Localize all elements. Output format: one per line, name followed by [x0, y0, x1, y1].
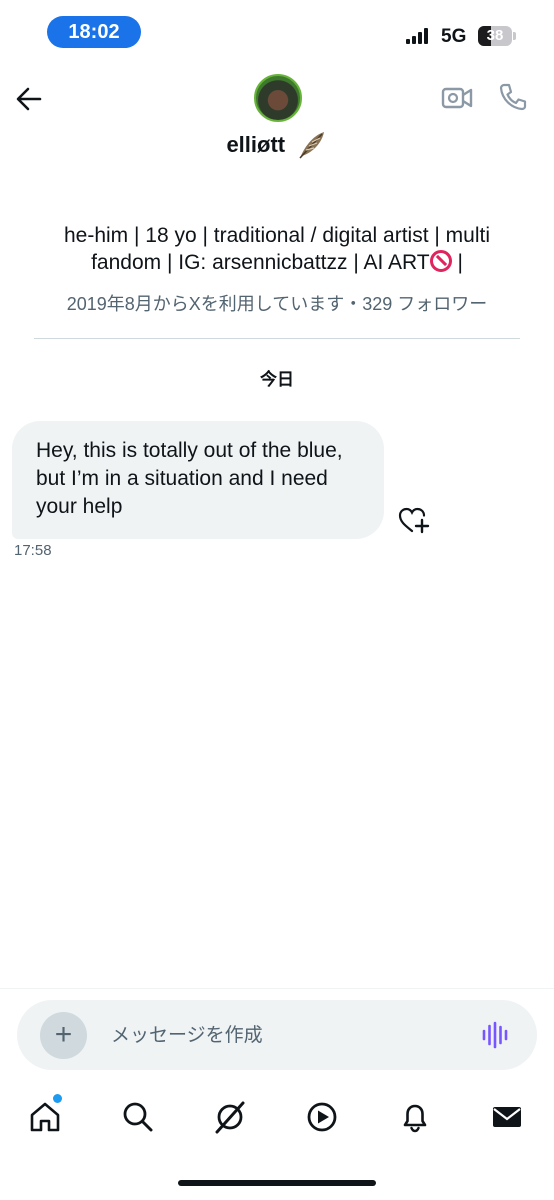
- video-icon[interactable]: [305, 1100, 339, 1134]
- date-separator: 今日: [260, 370, 294, 389]
- joined-followers: 2019年8月からXを利用しています・329 フォロワー: [66, 294, 488, 314]
- add-reaction-icon[interactable]: [398, 506, 430, 536]
- battery-level: 38: [486, 27, 504, 44]
- message-timestamp: 17:58: [14, 542, 52, 559]
- add-media-button[interactable]: +: [40, 1012, 87, 1059]
- profile-bio: he-him | 18 yo | traditional / digital a…: [40, 222, 514, 276]
- bio-suffix: |: [451, 251, 463, 274]
- voice-message-icon[interactable]: [481, 1020, 511, 1050]
- avatar[interactable]: [254, 74, 302, 122]
- home-indicator: [178, 1180, 376, 1186]
- phone-call-icon[interactable]: [498, 82, 528, 112]
- battery-tip: [513, 32, 516, 40]
- message-input[interactable]: [109, 1020, 453, 1052]
- network-label: 5G: [441, 26, 467, 47]
- divider: [34, 338, 520, 339]
- grok-icon[interactable]: [213, 1100, 247, 1134]
- video-call-icon[interactable]: [441, 84, 473, 112]
- message-composer: +: [17, 1000, 537, 1070]
- notification-dot: [53, 1094, 62, 1103]
- search-icon[interactable]: [121, 1100, 155, 1134]
- messages-icon[interactable]: [490, 1100, 524, 1134]
- notifications-icon[interactable]: [398, 1100, 432, 1134]
- conversation-title[interactable]: elliøtt: [0, 128, 554, 162]
- back-arrow-icon[interactable]: [14, 84, 44, 114]
- no-entry-icon: [429, 250, 452, 272]
- message-bubble[interactable]: Hey, this is totally out of the blue, bu…: [12, 421, 384, 539]
- bio-text: he-him | 18 yo | traditional / digital a…: [63, 224, 491, 274]
- user-name: elliøtt: [226, 132, 286, 157]
- battery-icon: 38: [478, 26, 512, 46]
- status-time: 18:02: [47, 16, 141, 48]
- composer-divider: [0, 988, 554, 989]
- feather-icon: [298, 132, 324, 159]
- signal-icon: [406, 28, 428, 44]
- home-icon[interactable]: [28, 1100, 62, 1134]
